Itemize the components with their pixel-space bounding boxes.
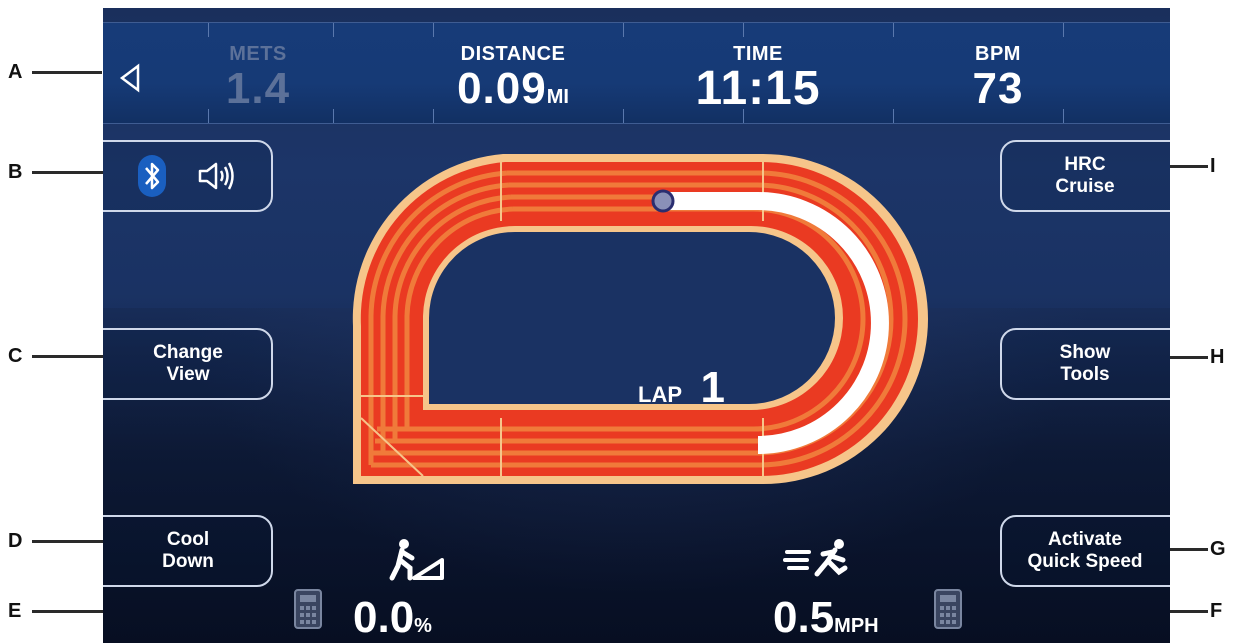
lap-value: 1 — [700, 363, 725, 412]
stats-bar: METS 1.4 DISTANCE 0.09MI TIME 11:15 BPM … — [103, 22, 1170, 124]
speed-readout: 0.5MPH — [773, 593, 879, 643]
bpm-label: BPM — [975, 43, 1021, 65]
callout-c: C — [8, 345, 23, 367]
distance-unit: MI — [546, 86, 569, 108]
distance-value: 0.09 — [457, 64, 547, 113]
bluetooth-sound-panel[interactable] — [103, 140, 273, 212]
callout-g: G — [1210, 538, 1226, 560]
change-view-button[interactable]: Change View — [103, 328, 273, 400]
incline-readout: 0.0% — [353, 593, 432, 643]
console-screen: METS 1.4 DISTANCE 0.09MI TIME 11:15 BPM … — [103, 8, 1170, 643]
incline-value: 0.0 — [353, 593, 415, 642]
mets-label: METS — [229, 43, 287, 65]
distance-stat: DISTANCE 0.09MI — [433, 43, 593, 120]
mets-stat: METS 1.4 — [213, 43, 303, 112]
activate-quick-speed-button[interactable]: Activate Quick Speed — [1000, 515, 1170, 587]
runner-position-marker — [651, 189, 675, 213]
time-value: 11:15 — [695, 62, 821, 115]
lap-display: LAP 1 — [638, 363, 725, 413]
callout-h: H — [1210, 346, 1225, 368]
callout-f: F — [1210, 600, 1223, 622]
back-triangle-icon[interactable] — [117, 63, 143, 93]
callout-e: E — [8, 600, 22, 622]
bpm-stat: BPM 73 — [958, 43, 1038, 112]
running-track — [352, 154, 928, 484]
speed-value: 0.5 — [773, 593, 835, 642]
incline-unit: % — [414, 615, 432, 637]
cool-down-button[interactable]: Cool Down — [103, 515, 273, 587]
bpm-value: 73 — [972, 64, 1024, 113]
speed-unit: MPH — [834, 615, 879, 637]
speed-keypad-icon[interactable] — [933, 588, 963, 630]
mets-value: 1.4 — [225, 64, 291, 113]
show-tools-button[interactable]: Show Tools — [1000, 328, 1170, 400]
distance-label: DISTANCE — [460, 43, 566, 65]
speaker-icon[interactable] — [197, 160, 239, 192]
callout-b: B — [8, 161, 23, 183]
time-stat: TIME 11:15 — [678, 43, 838, 115]
callout-d: D — [8, 530, 23, 552]
callout-a: A — [8, 61, 23, 83]
running-speed-icon — [783, 538, 853, 582]
bluetooth-icon[interactable] — [137, 154, 167, 198]
callout-i: I — [1210, 155, 1216, 177]
incline-keypad-icon[interactable] — [293, 588, 323, 630]
lap-label: LAP — [638, 382, 682, 407]
incline-walker-icon — [388, 538, 444, 582]
callout-a-line — [32, 71, 102, 74]
hrc-cruise-button[interactable]: HRC Cruise — [1000, 140, 1170, 212]
